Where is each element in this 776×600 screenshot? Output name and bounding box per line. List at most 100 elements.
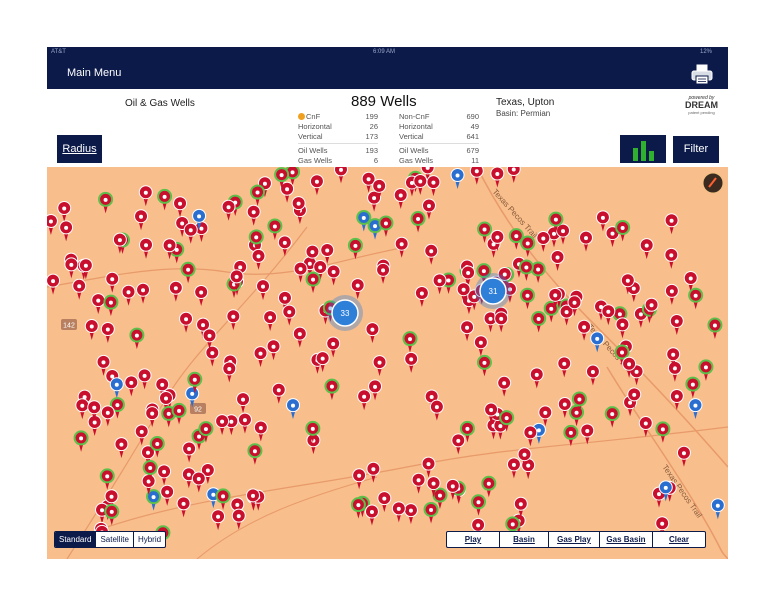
radius-button[interactable]: Radius <box>57 135 102 163</box>
oil-well-marker[interactable] <box>277 235 292 257</box>
oil-well-marker[interactable] <box>429 399 444 421</box>
oil-well-marker[interactable] <box>639 238 654 260</box>
oil-well-marker[interactable] <box>403 503 418 525</box>
oil-well-marker[interactable] <box>326 336 341 358</box>
oil-well-marker[interactable] <box>365 322 380 344</box>
oil-well-marker[interactable] <box>64 257 79 279</box>
oil-well-marker[interactable] <box>171 402 187 425</box>
oil-well-marker[interactable] <box>137 368 152 390</box>
oil-well-marker[interactable] <box>78 258 93 280</box>
oil-well-marker[interactable] <box>378 215 394 237</box>
oil-well-marker[interactable] <box>557 397 572 419</box>
cluster-marker[interactable]: 31 <box>475 273 511 309</box>
oil-well-marker[interactable] <box>215 488 231 510</box>
oil-well-marker[interactable] <box>424 243 439 265</box>
oil-well-marker[interactable] <box>494 311 509 333</box>
oil-well-marker[interactable] <box>105 271 120 293</box>
oil-well-marker[interactable] <box>556 223 571 245</box>
oil-well-marker[interactable] <box>237 412 252 434</box>
bar-chart-icon[interactable] <box>620 135 666 163</box>
oil-well-marker[interactable] <box>100 322 115 344</box>
oil-well-marker[interactable] <box>91 293 106 315</box>
oil-well-marker[interactable] <box>550 250 565 272</box>
oil-well-marker[interactable] <box>246 204 261 226</box>
oil-well-marker[interactable] <box>460 320 475 342</box>
oil-well-marker[interactable] <box>469 167 484 185</box>
gas-basin-button[interactable]: Gas Basin <box>599 532 652 547</box>
oil-well-marker[interactable] <box>121 284 136 306</box>
oil-well-marker[interactable] <box>508 228 524 250</box>
gas-well-marker[interactable] <box>590 331 605 353</box>
oil-well-marker[interactable] <box>271 382 286 404</box>
oil-well-marker[interactable] <box>518 259 534 282</box>
oil-well-marker[interactable] <box>506 457 521 479</box>
oil-well-marker[interactable] <box>490 167 505 188</box>
oil-well-marker[interactable] <box>253 420 268 442</box>
oil-well-marker[interactable] <box>47 213 58 235</box>
oil-well-marker[interactable] <box>293 261 308 283</box>
oil-well-marker[interactable] <box>411 472 426 494</box>
compass-icon[interactable] <box>702 172 724 194</box>
oil-well-marker[interactable] <box>473 335 488 357</box>
oil-well-marker[interactable] <box>160 484 175 506</box>
oil-well-marker[interactable] <box>347 237 363 260</box>
oil-well-marker[interactable] <box>664 283 679 305</box>
oil-well-marker[interactable] <box>676 445 691 467</box>
oil-well-marker[interactable] <box>497 375 512 397</box>
oil-well-marker[interactable] <box>376 262 391 284</box>
oil-well-marker[interactable] <box>413 173 428 195</box>
play-button[interactable]: Play <box>447 532 499 547</box>
oil-well-marker[interactable] <box>256 279 271 301</box>
oil-well-marker[interactable] <box>222 361 237 383</box>
oil-well-marker[interactable] <box>523 425 538 447</box>
oil-well-marker[interactable] <box>183 222 198 244</box>
oil-well-marker[interactable] <box>145 406 160 428</box>
oil-well-marker[interactable] <box>211 509 226 531</box>
oil-well-marker[interactable] <box>173 196 188 218</box>
oil-well-marker[interactable] <box>669 313 684 335</box>
oil-well-marker[interactable] <box>231 508 246 530</box>
oil-well-marker[interactable] <box>134 424 149 446</box>
cluster-marker[interactable]: 33 <box>327 295 363 331</box>
oil-well-marker[interactable] <box>104 503 120 526</box>
oil-well-marker[interactable] <box>519 287 535 310</box>
oil-well-marker[interactable] <box>112 232 127 254</box>
oil-well-marker[interactable] <box>324 378 340 401</box>
oil-well-marker[interactable] <box>698 359 714 381</box>
oil-well-marker[interactable] <box>426 175 441 197</box>
oil-well-marker[interactable] <box>136 282 151 304</box>
oil-well-marker[interactable] <box>194 284 209 306</box>
oil-well-marker[interactable] <box>688 287 704 310</box>
oil-well-marker[interactable] <box>669 389 684 411</box>
oil-well-marker[interactable] <box>352 468 367 490</box>
oil-well-marker[interactable] <box>391 501 406 523</box>
oil-well-marker[interactable] <box>326 264 341 286</box>
oil-well-marker[interactable] <box>176 496 191 518</box>
oil-well-marker[interactable] <box>364 504 379 526</box>
oil-well-marker[interactable] <box>157 188 173 211</box>
oil-well-marker[interactable] <box>402 331 418 353</box>
gas-play-button[interactable]: Gas Play <box>548 532 599 547</box>
oil-well-marker[interactable] <box>182 441 197 463</box>
oil-well-marker[interactable] <box>267 218 283 240</box>
oil-well-marker[interactable] <box>305 271 321 294</box>
oil-well-marker[interactable] <box>410 211 426 233</box>
oil-well-marker[interactable] <box>707 317 723 340</box>
oil-well-marker[interactable] <box>134 209 149 231</box>
oil-well-marker[interactable] <box>47 273 61 295</box>
oil-well-marker[interactable] <box>393 188 408 210</box>
oil-well-marker[interactable] <box>253 346 268 368</box>
oil-well-marker[interactable] <box>72 278 87 300</box>
oil-well-marker[interactable] <box>577 319 592 341</box>
gas-well-marker[interactable] <box>109 377 124 399</box>
oil-well-marker[interactable] <box>667 360 682 382</box>
oil-well-marker[interactable] <box>114 437 129 459</box>
oil-well-marker[interactable] <box>601 304 616 326</box>
basin-button[interactable]: Basin <box>499 532 548 547</box>
oil-well-marker[interactable] <box>292 326 307 348</box>
oil-well-marker[interactable] <box>205 345 220 367</box>
oil-well-marker[interactable] <box>664 247 679 269</box>
gas-well-marker[interactable] <box>688 398 703 420</box>
oil-well-marker[interactable] <box>476 354 492 377</box>
oil-well-marker[interactable] <box>263 310 278 332</box>
